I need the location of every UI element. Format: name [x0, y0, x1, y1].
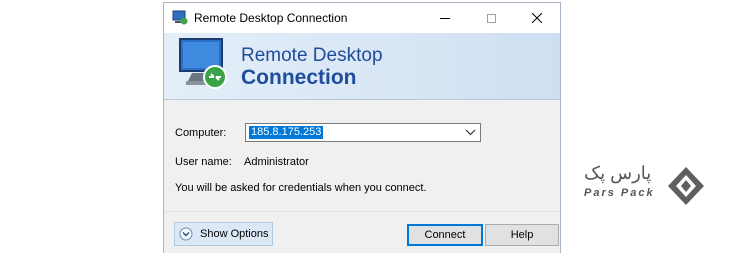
banner-divider [164, 99, 560, 100]
show-options-button[interactable]: Show Options [174, 222, 273, 246]
logo-text-english: Pars Pack [584, 187, 655, 199]
title-bar[interactable]: Remote Desktop Connection [164, 3, 560, 33]
computer-label: Computer: [175, 127, 227, 139]
banner-title-line1: Remote Desktop [241, 45, 383, 66]
maximize-button[interactable] [468, 3, 514, 33]
computer-input[interactable]: 185.8.175.253 [249, 126, 324, 139]
show-options-label: Show Options [200, 228, 269, 240]
username-value: Administrator [244, 156, 309, 168]
computer-combobox[interactable]: 185.8.175.253 [245, 123, 481, 142]
header-banner: Remote Desktop Connection [164, 33, 560, 99]
banner-title-line2: Connection [241, 66, 357, 89]
close-icon [532, 13, 542, 23]
rdc-monitor-icon [179, 38, 227, 89]
username-label: User name: [175, 156, 232, 168]
minimize-button[interactable] [422, 3, 468, 33]
circle-chevron-down-icon [179, 227, 193, 241]
credentials-info-text: You will be asked for credentials when y… [175, 182, 427, 194]
close-button[interactable] [514, 3, 560, 33]
maximize-icon [486, 13, 496, 23]
logo-text-persian: پارس پک [584, 163, 652, 183]
minimize-icon [440, 17, 450, 19]
rdc-window: Remote Desktop Connection Remote Desktop… [163, 2, 561, 253]
window-title: Remote Desktop Connection [194, 11, 348, 25]
chevron-down-icon[interactable] [465, 127, 476, 138]
connect-button[interactable]: Connect [407, 224, 483, 246]
rdc-app-icon [172, 10, 188, 25]
help-button[interactable]: Help [485, 224, 559, 246]
parspack-logo-icon [668, 167, 704, 205]
